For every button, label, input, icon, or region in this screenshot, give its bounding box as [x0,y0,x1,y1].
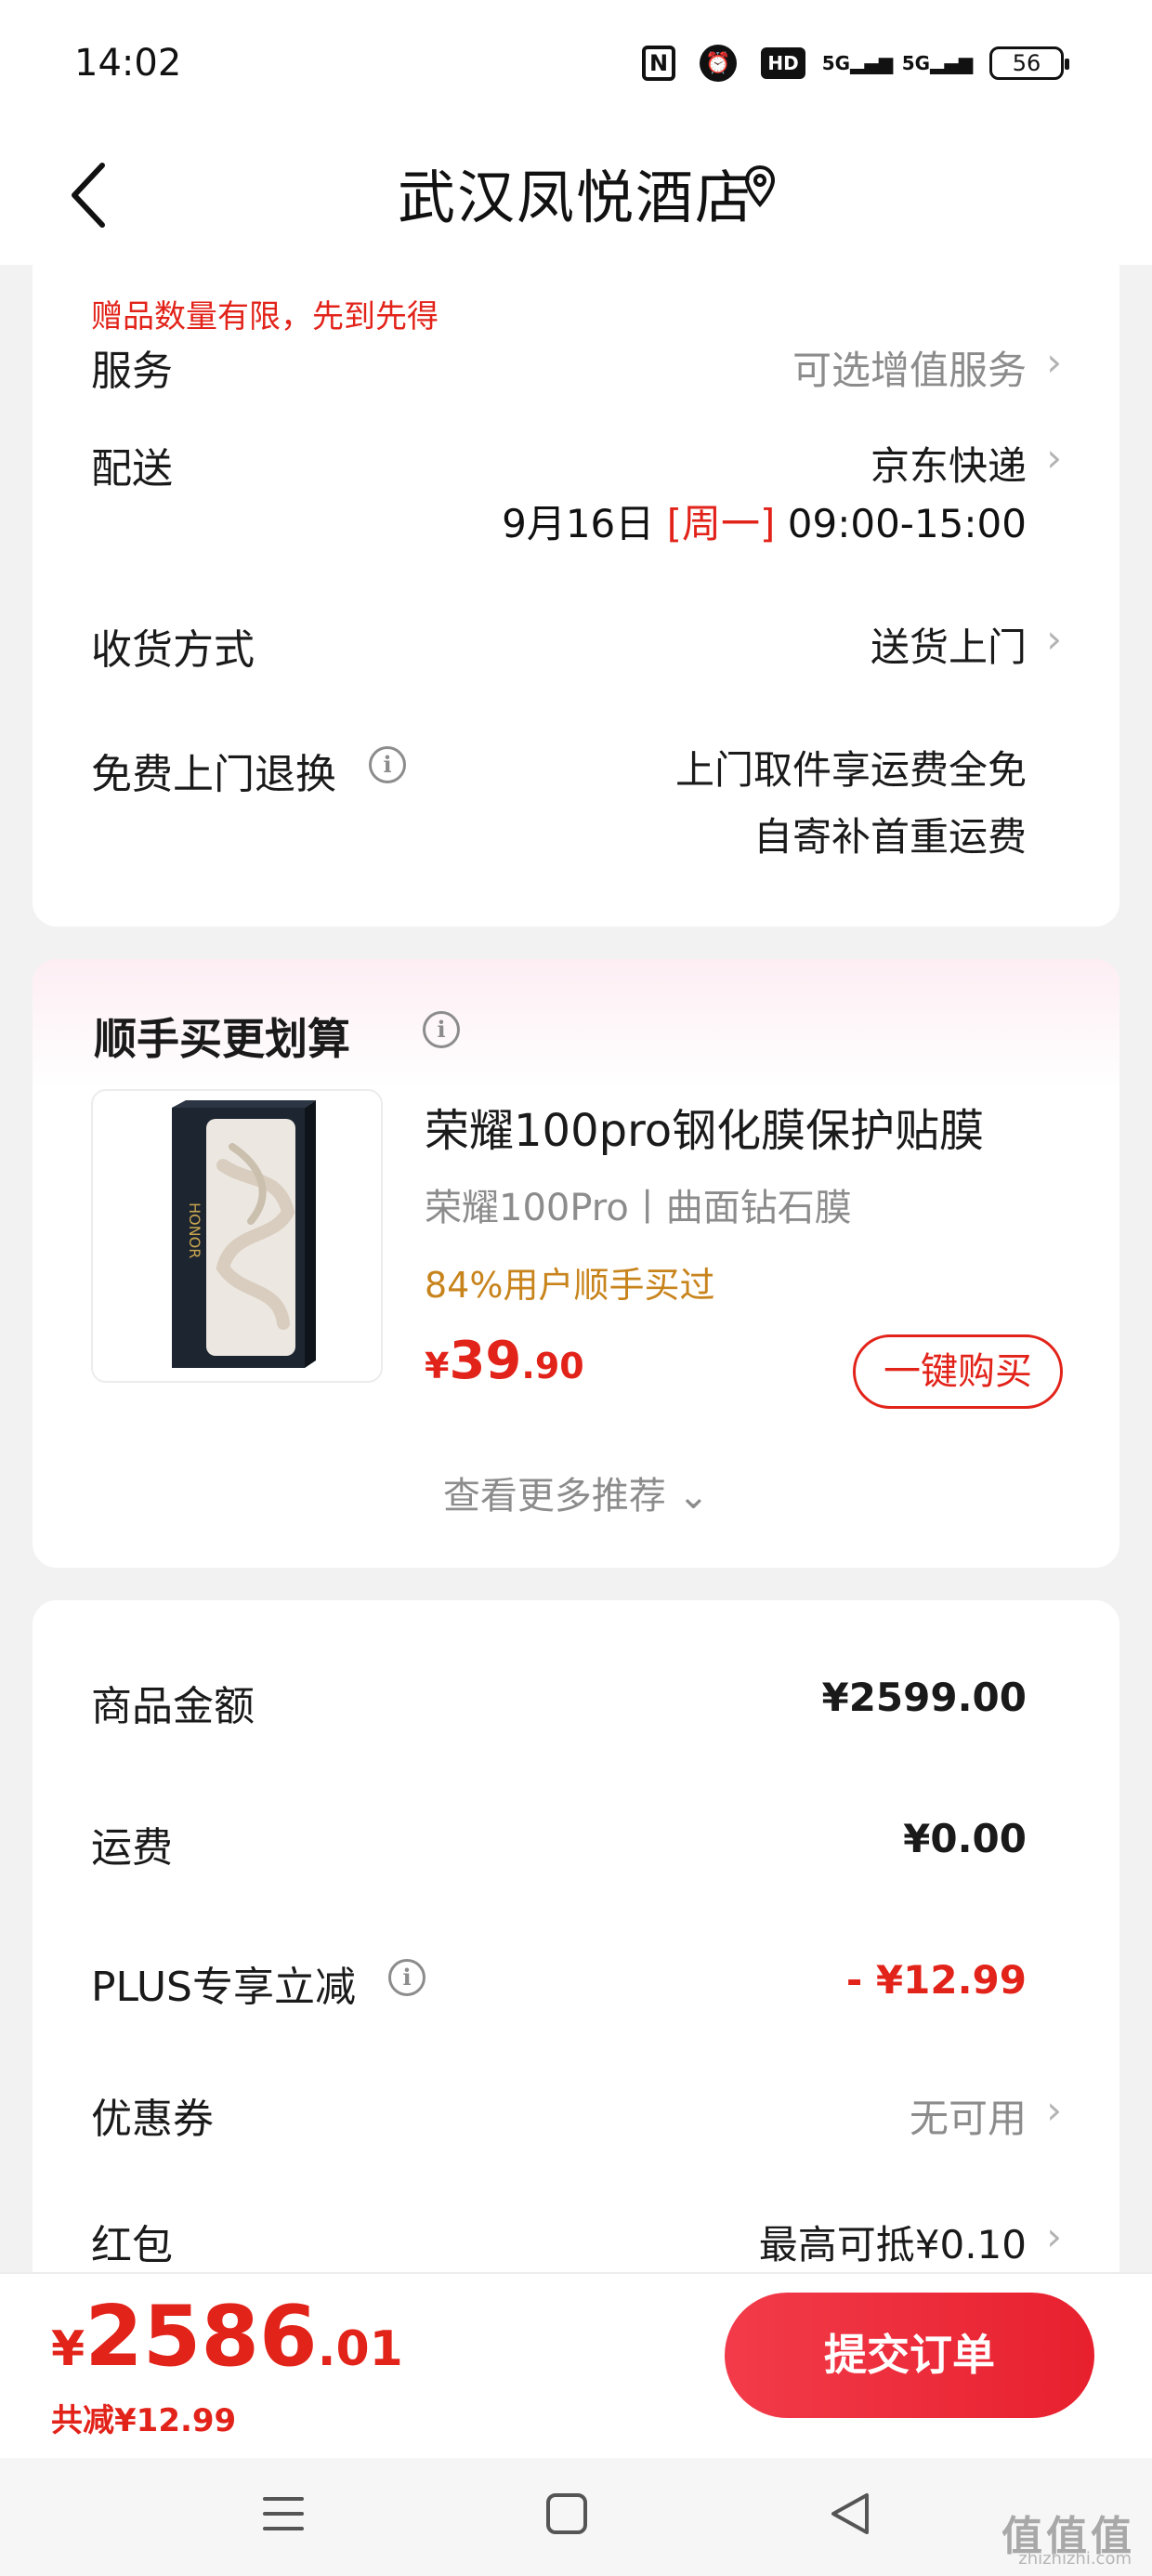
chevron-down-icon: ⌄ [677,1475,710,1518]
gift-note: 赠品数量有限，先到先得 [91,298,439,335]
plus-discount-label: PLUS专享立减 [91,1964,356,2011]
freight-label: 运费 [91,1824,173,1872]
hd-icon: HD [761,47,805,79]
service-value[interactable]: 可选增值服务 [792,339,1027,396]
product-price: ¥39.90 [425,1331,584,1391]
total-integer: 2586 [85,2288,318,2385]
menu-icon [263,2497,304,2530]
price-currency: ¥ [425,1346,450,1387]
back-nav-button[interactable] [813,2477,887,2551]
page-title: 武汉凤悦酒店 [397,164,754,231]
signal-5g-icon: 5G ▂▄▆ [901,52,974,74]
total-saved: 共减¥12.99 [51,2402,237,2439]
watermark-url: zhizhizhi.com [1018,2549,1132,2569]
total-decimal: .01 [317,2321,403,2377]
product-image[interactable]: HONOR [91,1089,383,1383]
coupon-label: 优惠券 [91,2096,214,2143]
home-nav-button[interactable] [530,2477,604,2551]
price-decimal: .90 [521,1346,584,1387]
chevron-right-icon[interactable]: › [1046,616,1062,662]
signal-5g-icon: 5G ▂▄▆ [821,52,894,74]
svg-text:HONOR: HONOR [186,1203,203,1258]
header: 武汉凤悦酒店 [0,130,1152,265]
product-spec: 荣耀100Pro丨曲面钻石膜 [425,1187,852,1229]
red-packet-label: 红包 [91,2222,173,2269]
freight-value: ¥0.00 [903,1816,1027,1861]
plus-discount-value: - ¥12.99 [845,1957,1027,2003]
total-currency: ¥ [51,2321,85,2377]
back-triangle-icon [831,2493,869,2534]
price-card: 商品金额 ¥2599.00 运费 ¥0.00 PLUS专享立减 i - ¥12.… [33,1600,1119,2307]
red-packet-value[interactable]: 最高可抵¥0.10 [759,2214,1027,2270]
checkout-bar: ¥2586.01 共减¥12.99 提交订单 [0,2272,1152,2458]
shipping-label: 配送 [91,445,173,493]
shipping-date: 9月16日 [502,501,655,546]
nfc-icon: N [642,46,675,81]
delivery-card: 赠品数量有限，先到先得 服务 可选增值服务 › 配送 京东快递 › 9月16日 … [33,265,1119,927]
status-icons: N ⏰ HD 5G ▂▄▆ 5G ▂▄▆ 56 [642,45,1069,82]
goods-amount-label: 商品金额 [91,1683,255,1730]
free-return-label: 免费上门退换 [91,751,336,798]
shipping-weekday: [周一] [666,501,776,546]
chevron-right-icon[interactable]: › [1046,435,1062,480]
info-icon[interactable]: i [388,1959,425,1996]
product-bought-tag: 84%用户顺手买过 [425,1265,715,1306]
shipping-date-line[interactable]: 9月16日 [周一] 09:00-15:00 [502,493,1027,549]
recommend-card: 顺手买更划算 i HONOR 荣耀100pro钢化膜保护贴膜 荣耀100Pro丨… [33,959,1119,1568]
recommend-title: 顺手买更划算 [94,1014,350,1064]
free-return-value-1: 上门取件享运费全免 [674,747,1027,793]
free-return-value-2: 自寄补首重运费 [753,814,1027,860]
status-bar: 14:02 N ⏰ HD 5G ▂▄▆ 5G ▂▄▆ 56 [0,0,1152,130]
total-price: ¥2586.01 [51,2288,403,2385]
alarm-icon: ⏰ [700,45,737,82]
info-icon[interactable]: i [423,1011,460,1048]
shipping-time: 09:00-15:00 [787,501,1027,546]
receive-method-value[interactable]: 送货上门 [871,616,1027,673]
coupon-value[interactable]: 无可用 [910,2087,1027,2144]
chevron-right-icon[interactable]: › [1046,2087,1062,2133]
status-time: 14:02 [74,42,182,85]
system-nav-bar: 值值值 zhizhizhi.com [0,2458,1152,2576]
screen-protector-box-image: HONOR [172,1100,316,1368]
menu-nav-button[interactable] [246,2477,321,2551]
info-icon[interactable]: i [369,746,406,783]
chevron-right-icon[interactable]: › [1046,339,1062,385]
more-recommendations-button[interactable]: 查看更多推荐 ⌄ [33,1465,1119,1519]
shipping-value[interactable]: 京东快递 [871,435,1027,492]
price-integer: 39 [449,1331,522,1391]
service-label: 服务 [91,348,173,395]
receive-method-label: 收货方式 [91,626,255,674]
submit-order-button[interactable]: 提交订单 [725,2293,1094,2418]
battery-icon: 56 [989,46,1069,80]
one-click-buy-button[interactable]: 一键购买 [853,1334,1063,1409]
goods-amount-value: ¥2599.00 [821,1675,1027,1720]
product-name[interactable]: 荣耀100pro钢化膜保护贴膜 [425,1094,984,1159]
more-recommendations-label: 查看更多推荐 [442,1475,666,1518]
chevron-right-icon[interactable]: › [1046,2214,1062,2259]
location-pin-icon[interactable] [743,164,777,210]
home-square-icon [546,2493,587,2534]
